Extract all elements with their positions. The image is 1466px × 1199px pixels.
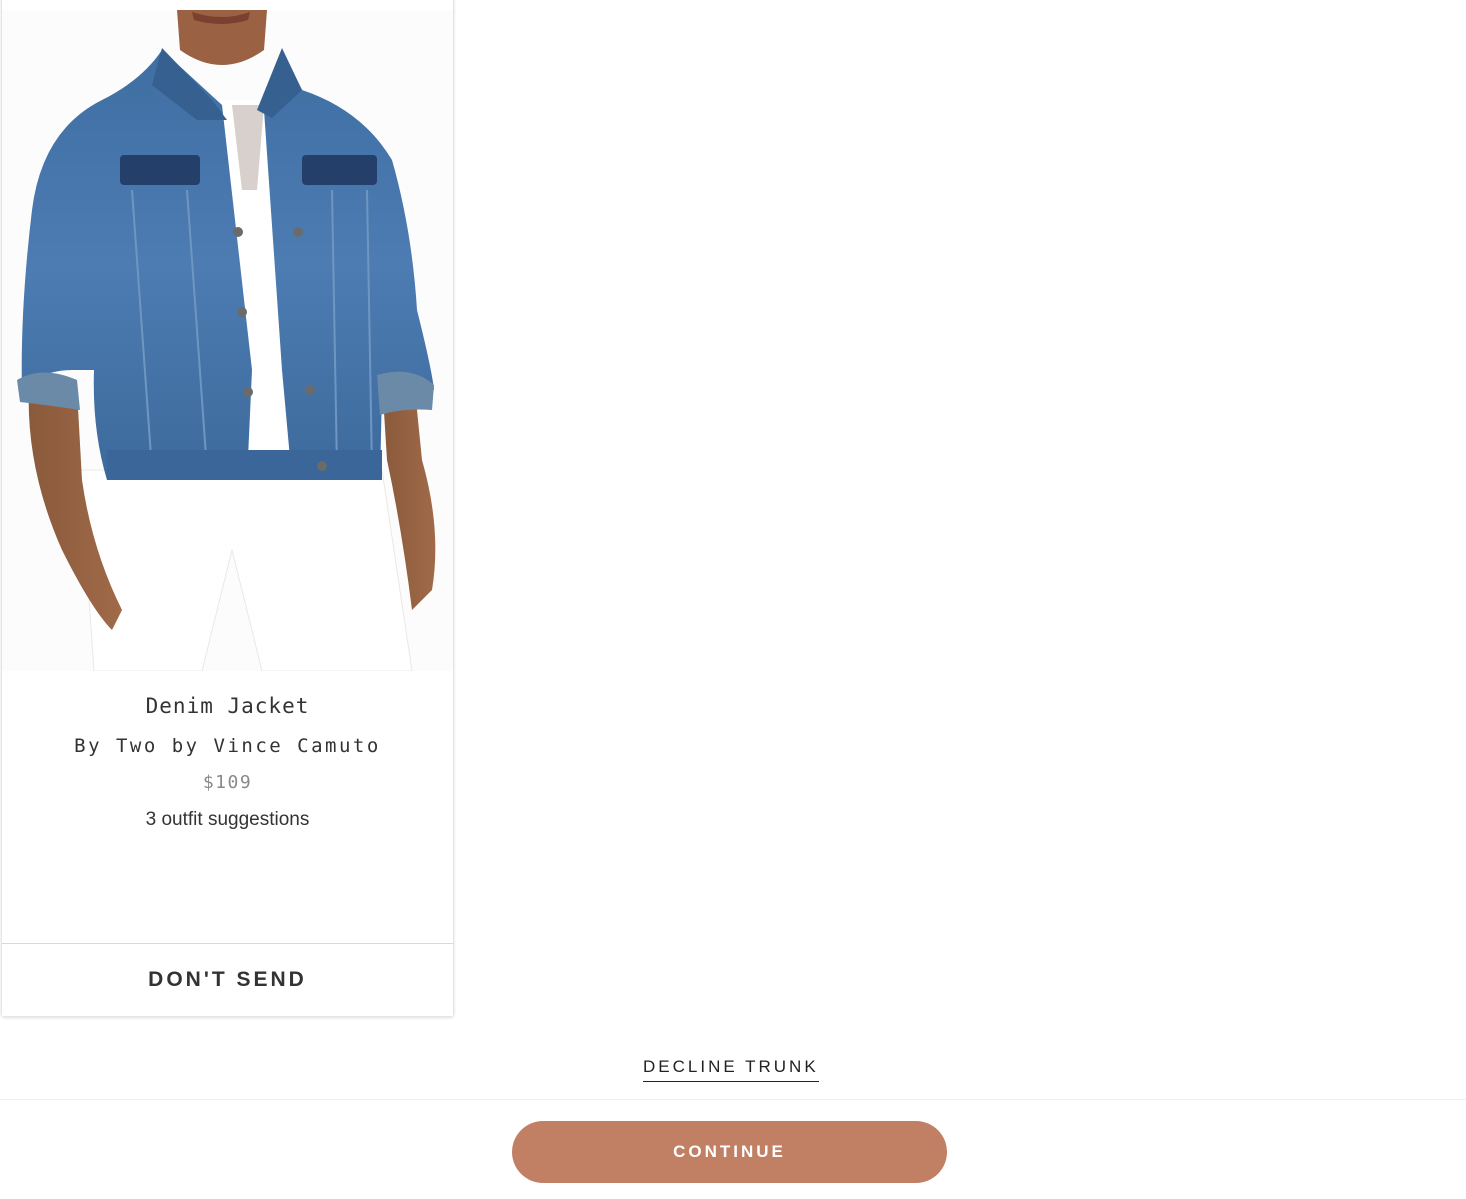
- product-name[interactable]: Denim Jacket: [2, 688, 453, 727]
- decline-trunk-link[interactable]: DECLINE TRUNK: [643, 1057, 819, 1082]
- dont-send-button[interactable]: DON'T SEND: [2, 944, 453, 1016]
- product-price: $109: [202, 772, 253, 793]
- continue-button[interactable]: CONTINUE: [512, 1121, 947, 1183]
- product-image[interactable]: [2, 10, 453, 671]
- outfit-suggestions-link[interactable]: 3 outfit suggestions: [146, 809, 310, 831]
- product-info: Denim Jacket By Two by Vince Camuto $109…: [2, 688, 453, 831]
- denim-jacket-photo: [2, 10, 453, 671]
- product-brand: By Two by Vince Camuto: [74, 735, 381, 757]
- trunk-review-page: Denim Jacket By Two by Vince Camuto $109…: [0, 0, 1466, 1199]
- product-card: Denim Jacket By Two by Vince Camuto $109…: [1, 0, 454, 1017]
